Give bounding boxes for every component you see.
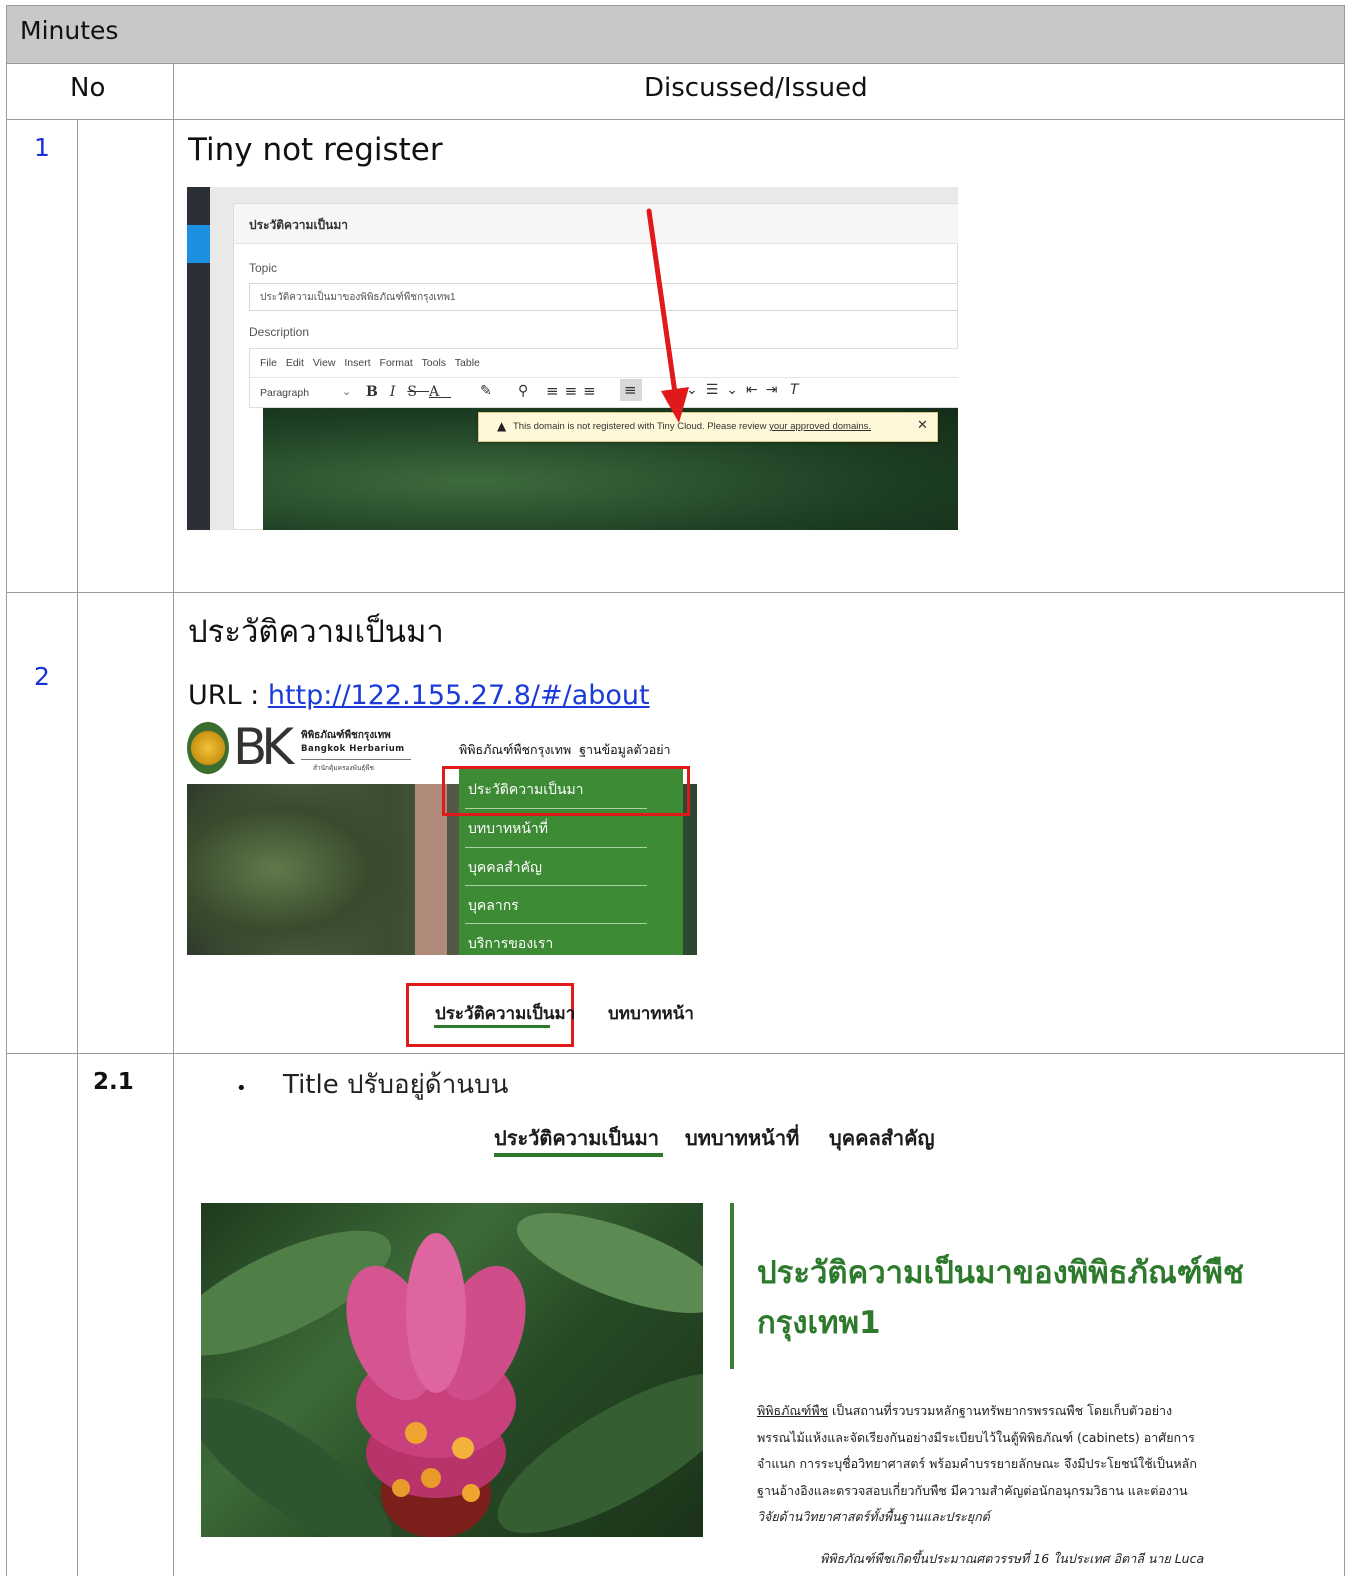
close-icon[interactable]: ✕ bbox=[917, 418, 928, 433]
bk-logo: BK bbox=[233, 718, 294, 776]
paragraph-select[interactable]: Paragraph bbox=[260, 387, 309, 399]
nav-item[interactable]: พิพิธภัณฑ์พืชกรุงเทพ bbox=[459, 742, 571, 757]
tab-history[interactable]: ประวัติความเป็นมา bbox=[435, 1000, 575, 1027]
flower-photo bbox=[201, 1203, 703, 1537]
row-number: 2 bbox=[34, 662, 50, 691]
about-url-link[interactable]: http://122.155.27.8/#/about bbox=[268, 680, 650, 711]
col-divider-no bbox=[77, 119, 78, 1576]
topic-input[interactable]: ประวัติความเป็นมาของพิพิธภัณฑ์พืชกรุงเทพ… bbox=[249, 283, 958, 311]
minutes-title: Minutes bbox=[20, 16, 119, 45]
tiny-menubar[interactable]: File Edit View Insert Format Tools Table bbox=[260, 357, 480, 369]
row-number: 1 bbox=[34, 133, 50, 162]
table-rule bbox=[6, 63, 1345, 64]
heading-accent-bar bbox=[730, 1203, 734, 1369]
toolbar-divider bbox=[250, 377, 958, 378]
bold-icon[interactable]: B bbox=[366, 384, 390, 400]
col-divider-main bbox=[173, 63, 174, 1576]
strikethrough-icon[interactable]: S bbox=[407, 384, 429, 400]
site-name-th: พิพิธภัณฑ์พืชกรุงเทพ bbox=[301, 730, 391, 741]
domain-warning-notification: ▲ This domain is not registered with Tin… bbox=[478, 412, 938, 442]
menu-view[interactable]: View bbox=[313, 357, 336, 369]
dropdown-item-key-people[interactable]: บุคคลสำคัญ bbox=[468, 857, 542, 879]
description-label: Description bbox=[249, 325, 310, 339]
chevron-down-icon[interactable]: ⌄ bbox=[342, 385, 351, 398]
table-rule bbox=[6, 1053, 1345, 1054]
tiny-toolbar: File Edit View Insert Format Tools Table… bbox=[249, 348, 958, 408]
flower-illustration bbox=[201, 1213, 703, 1537]
menu-insert[interactable]: Insert bbox=[344, 357, 370, 369]
link-icon[interactable]: ⚲ bbox=[518, 383, 528, 399]
menu-file[interactable]: File bbox=[260, 357, 277, 369]
menu-table[interactable]: Table bbox=[455, 357, 480, 369]
approved-domains-link[interactable]: your approved domains. bbox=[769, 421, 871, 432]
tab-active-underline bbox=[494, 1153, 663, 1157]
url-line: URL : http://122.155.27.8/#/about bbox=[188, 680, 650, 711]
row-title: ประวัติความเป็นมา bbox=[188, 614, 444, 650]
site-name-en: Bangkok Herbarium bbox=[301, 744, 405, 754]
sidebar-active-item bbox=[187, 225, 210, 263]
tab-roles[interactable]: บทบาทหน้า bbox=[608, 1000, 694, 1027]
editor-panel: ประวัติความเป็นมา Topic ประวัติความเป็นม… bbox=[233, 203, 958, 530]
dropdown-item-services[interactable]: บริการของเรา bbox=[468, 933, 553, 955]
site-sub: สำนักคุ้มครองพันธุ์พืช bbox=[313, 764, 374, 772]
topic-value: ประวัติความเป็นมาของพิพิธภัณฑ์พืชกรุงเทพ… bbox=[260, 292, 456, 303]
topic-label: Topic bbox=[249, 261, 278, 275]
dropdown-divider bbox=[465, 847, 647, 848]
herbarium-link[interactable]: พิพิธภัณฑ์พืช bbox=[757, 1403, 828, 1418]
table-rule bbox=[6, 592, 1345, 593]
annotation-highlight bbox=[442, 766, 690, 816]
table-rule bbox=[6, 119, 1345, 120]
paragraph-line: วิจัยด้านวิทยาศาสตร์ทั้งพื้นฐานและประยุก… bbox=[757, 1509, 990, 1524]
menu-tools[interactable]: Tools bbox=[422, 357, 447, 369]
highlight-icon[interactable]: ✎ bbox=[480, 383, 492, 399]
minutes-header-bar bbox=[7, 6, 1344, 63]
tab-active-underline bbox=[434, 1025, 550, 1028]
dropdown-divider bbox=[465, 885, 647, 886]
table-border-top bbox=[6, 5, 1345, 6]
screenshot-about-menu: BK พิพิธภัณฑ์พืชกรุงเทพ Bangkok Herbariu… bbox=[187, 718, 697, 955]
history-italic-line: พิพิธภัณฑ์พืชเกิดขึ้นประมาณศตวรรษที่ 16 … bbox=[820, 1551, 1205, 1566]
paragraph-line: พรรณไม้แห้งและจัดเรียงกันอย่างมีระเบียบไ… bbox=[757, 1429, 1195, 1445]
url-label: URL : bbox=[188, 680, 268, 711]
annotation-arrow bbox=[646, 208, 689, 423]
text-color-icon[interactable]: A bbox=[429, 384, 451, 400]
panel-title: ประวัติความเป็นมา bbox=[249, 218, 349, 232]
history-heading: ประวัติความเป็นมาของพิพิธภัณฑ์พืช กรุงเท… bbox=[757, 1255, 1244, 1341]
main-nav: พิพิธภัณฑ์พืชกรุงเทพ ฐานข้อมูลตัวอย่า bbox=[459, 740, 671, 760]
align-icons[interactable]: ≡≡≡ bbox=[546, 382, 602, 400]
screenshot-tiny-editor: ประวัติความเป็นมา Topic ประวัติความเป็นม… bbox=[187, 187, 958, 530]
table-border-right bbox=[1344, 5, 1345, 1576]
bullet-text: Title ปรับอยู่ด้านบน bbox=[283, 1070, 509, 1100]
row-title: Tiny not register bbox=[188, 132, 443, 168]
column-header-discussed: Discussed/Issued bbox=[644, 73, 868, 103]
emblem-logo bbox=[187, 722, 229, 774]
hero-foliage bbox=[187, 784, 407, 955]
table-border-left bbox=[6, 5, 7, 1576]
column-header-no: No bbox=[70, 73, 106, 103]
tab-key-people[interactable]: บุคคลสำคัญ bbox=[829, 1122, 935, 1154]
tab-history[interactable]: ประวัติความเป็นมา bbox=[494, 1122, 659, 1154]
logo-rule bbox=[301, 759, 411, 760]
dropdown-item-staff[interactable]: บุคลากร bbox=[468, 895, 519, 917]
paragraph-line: จำแนก การระบุชื่อวิทยาศาสตร์ พร้อมคำบรรย… bbox=[757, 1456, 1197, 1471]
bullet-icon: • bbox=[236, 1078, 247, 1099]
menu-format[interactable]: Format bbox=[380, 357, 413, 369]
history-paragraph: พิพิธภัณฑ์พืช เป็นสถานที่รวบรวมหลักฐานทร… bbox=[757, 1398, 1277, 1531]
tab-roles[interactable]: บทบาทหน้าที่ bbox=[685, 1122, 799, 1154]
format-buttons[interactable]: BISA bbox=[366, 384, 451, 400]
paragraph-line: ฐานอ้างอิงและตรวจสอบเกี่ยวกับพืช มีความส… bbox=[757, 1482, 1188, 1498]
italic-icon[interactable]: I bbox=[390, 384, 408, 400]
nav-item[interactable]: ฐานข้อมูลตัวอย่า bbox=[579, 742, 670, 757]
dropdown-item-roles[interactable]: บทบาทหน้าที่ bbox=[468, 818, 548, 840]
paragraph-line: พิพิธภัณฑ์พืช เป็นสถานที่รวบรวมหลักฐานทร… bbox=[757, 1403, 1173, 1418]
warning-icon: ▲ bbox=[497, 419, 507, 433]
menu-edit[interactable]: Edit bbox=[286, 357, 304, 369]
list-icons[interactable]: ⌄☰⌄⇤⇥ bbox=[686, 382, 785, 398]
dropdown-divider bbox=[465, 923, 647, 924]
clear-format-icon[interactable]: T bbox=[790, 382, 799, 398]
row-number: 2.1 bbox=[93, 1069, 134, 1095]
